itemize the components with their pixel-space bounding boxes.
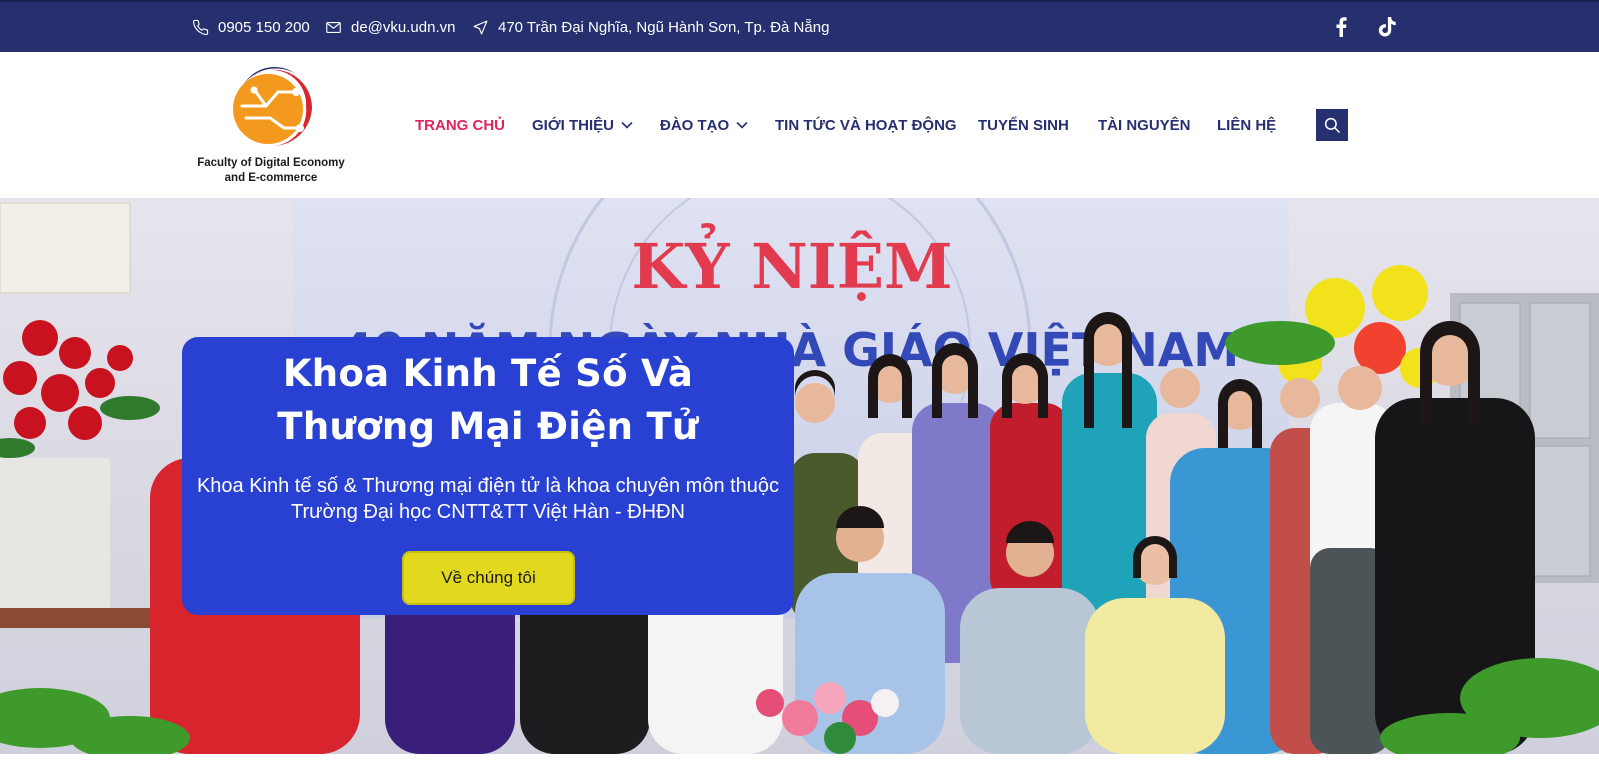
search-button[interactable] <box>1316 109 1348 141</box>
social-links <box>1329 2 1399 52</box>
hero-title-line2: Thương Mại Điện Tử <box>277 405 699 448</box>
nav-item-resources[interactable]: TÀI NGUYÊN <box>1098 52 1191 198</box>
nav-item-label: TRANG CHỦ <box>415 116 505 134</box>
nav-item-label: TÀI NGUYÊN <box>1098 116 1191 134</box>
hero-banner: KỶ NIỆM 40 NĂM NGÀY NHÀ GIÁO VIỆT NAM <box>0 198 1599 754</box>
hero-description-line2: Trường Đại học CNTT&TT Việt Hàn - ĐHĐN <box>291 501 685 523</box>
phone-icon <box>192 19 209 36</box>
nav-item-label: ĐÀO TẠO <box>660 116 730 134</box>
nav-item-news[interactable]: TIN TỨC VÀ HOẠT ĐỘNG <box>775 52 957 198</box>
hero-description: Khoa Kinh tế số & Thương mại điện tử là … <box>182 473 794 525</box>
email-address: de@vku.udn.vn <box>351 18 456 36</box>
nav-item-label: TIN TỨC VÀ HOẠT ĐỘNG <box>775 116 957 134</box>
banner-heading: KỶ NIỆM <box>631 223 952 303</box>
navigation-arrow-icon <box>472 19 489 36</box>
main-navigation: TRANG CHỦ GIỚI THIỆU ĐÀO TẠO TIN TỨC VÀ … <box>0 52 1599 198</box>
hero-intro-card: Khoa Kinh Tế Số Và Thương Mại Điện Tử Kh… <box>182 337 794 615</box>
about-us-button[interactable]: Về chúng tôi <box>402 551 575 605</box>
envelope-icon <box>325 19 342 36</box>
address-text: 470 Trần Đại Nghĩa, Ngũ Hành Sơn, Tp. Đà… <box>498 18 830 36</box>
contact-phone[interactable]: 0905 150 200 <box>192 2 310 52</box>
hero-description-line1: Khoa Kinh tế số & Thương mại điện tử là … <box>196 475 780 497</box>
hero-title-line1: Khoa Kinh Tế Số Và <box>282 352 694 395</box>
nav-item-about[interactable]: GIỚI THIỆU <box>532 52 633 198</box>
nav-item-admissions[interactable]: TUYỂN SINH <box>978 52 1069 198</box>
nav-item-contact[interactable]: LIÊN HỆ <box>1217 52 1276 198</box>
nav-item-label: GIỚI THIỆU <box>532 116 614 134</box>
hero-title: Khoa Kinh Tế Số Và Thương Mại Điện Tử <box>182 347 794 453</box>
search-icon <box>1324 117 1340 133</box>
nav-item-training[interactable]: ĐÀO TẠO <box>660 52 748 198</box>
phone-number: 0905 150 200 <box>218 18 310 36</box>
chevron-down-icon <box>621 121 633 129</box>
page-bottom-strip <box>0 754 1599 771</box>
nav-item-home[interactable]: TRANG CHỦ <box>415 52 505 198</box>
site-header: Faculty of Digital Economy and E-commerce… <box>0 52 1599 198</box>
facebook-icon[interactable] <box>1329 15 1353 39</box>
top-contact-bar: 0905 150 200 de@vku.udn.vn 470 Trần Đại … <box>0 0 1599 52</box>
tiktok-icon[interactable] <box>1375 15 1399 39</box>
chevron-down-icon <box>736 121 748 129</box>
contact-address[interactable]: 470 Trần Đại Nghĩa, Ngũ Hành Sơn, Tp. Đà… <box>472 2 829 52</box>
nav-item-label: LIÊN HỆ <box>1217 116 1277 134</box>
nav-item-label: TUYỂN SINH <box>978 116 1069 134</box>
contact-email[interactable]: de@vku.udn.vn <box>325 2 455 52</box>
